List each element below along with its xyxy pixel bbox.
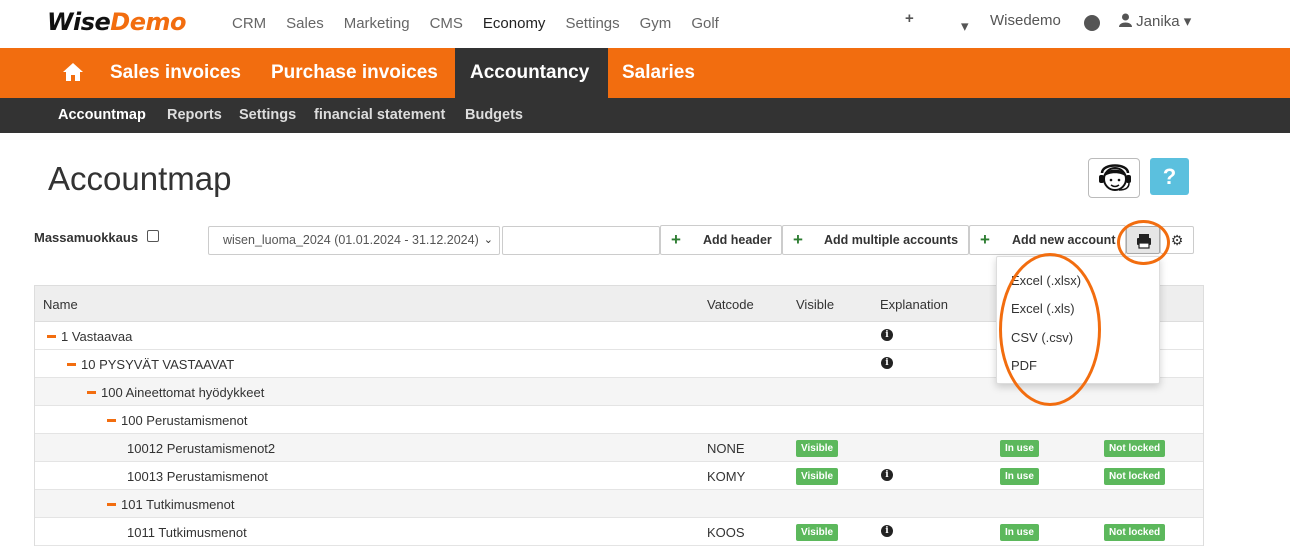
menu-item-cms[interactable]: CMS [430, 15, 463, 32]
visible-badge: Visible [796, 440, 839, 457]
add-multiple-accounts-button[interactable]: + Add multiple accounts [782, 225, 969, 255]
help-button[interactable]: ? [1150, 158, 1189, 195]
tab-sales-invoices[interactable]: Sales invoices [110, 48, 241, 98]
module-tabs: Sales invoices Purchase invoices Account… [0, 48, 1290, 98]
gear-icon: ⚙ [1170, 232, 1184, 248]
tab-purchase-invoices[interactable]: Purchase invoices [271, 48, 438, 98]
home-icon[interactable] [62, 62, 84, 82]
add-header-button[interactable]: + Add header [660, 225, 782, 255]
not-locked-badge: Not locked [1104, 524, 1166, 541]
export-pdf[interactable]: PDF [1011, 358, 1037, 373]
user-menu[interactable]: Janika ▾ [1119, 12, 1191, 30]
page-title: Accountmap [48, 160, 232, 197]
col-vatcode[interactable]: Vatcode [707, 297, 754, 312]
export-dropdown: Excel (.xlsx) Excel (.xls) CSV (.csv) PD… [996, 256, 1160, 384]
collapse-dash-icon[interactable] [47, 335, 56, 339]
vatcode-value: KOOS [707, 525, 745, 540]
menu-item-gym[interactable]: Gym [640, 15, 672, 32]
not-locked-badge: Not locked [1104, 468, 1166, 485]
collapse-dash-icon[interactable] [107, 419, 116, 423]
mass-edit-checkbox[interactable] [147, 230, 159, 242]
col-explanation[interactable]: Explanation [880, 297, 948, 312]
print-icon [1137, 234, 1151, 249]
top-navbar: WiseDemo CRM Sales Marketing CMS Economy… [0, 0, 1290, 48]
table-row[interactable]: 101 Tutkimusmenot [35, 490, 1203, 518]
menu-item-golf[interactable]: Golf [691, 15, 719, 32]
plus-icon: + [793, 230, 803, 249]
headset-support-icon [1099, 164, 1131, 191]
visible-badge: Visible [796, 524, 839, 541]
plus-icon: + [980, 230, 990, 249]
info-icon[interactable]: i [881, 329, 893, 341]
plus-icon: + [671, 230, 681, 249]
support-button[interactable] [1088, 158, 1140, 198]
vatcode-value: KOMY [707, 469, 746, 484]
subnav-reports[interactable]: Reports [167, 107, 222, 123]
print-export-button[interactable] [1126, 226, 1160, 254]
menu-item-settings[interactable]: Settings [565, 15, 619, 32]
export-csv[interactable]: CSV (.csv) [1011, 330, 1073, 345]
info-icon[interactable]: i [881, 525, 893, 537]
menu-item-sales[interactable]: Sales [286, 15, 324, 32]
user-icon [1119, 13, 1132, 27]
info-icon[interactable]: i [881, 357, 893, 369]
subnav-financial-statement[interactable]: financial statement [314, 107, 445, 123]
visible-badge: Visible [796, 468, 839, 485]
collapse-dash-icon[interactable] [87, 391, 96, 395]
company-name[interactable]: Wisedemo [990, 12, 1061, 29]
not-locked-badge: Not locked [1104, 440, 1166, 457]
main-menu: CRM Sales Marketing CMS Economy Settings… [232, 15, 739, 32]
menu-item-marketing[interactable]: Marketing [344, 15, 410, 32]
table-row[interactable]: 100 Perustamismenot [35, 406, 1203, 434]
settings-gear-button[interactable]: ⚙ [1160, 226, 1194, 254]
period-select-value: wisen_luoma_2024 (01.01.2024 - 31.12.202… [223, 233, 479, 247]
sub-navbar: Accountmap Reports Settings financial st… [0, 98, 1290, 133]
search-input[interactable] [502, 226, 660, 255]
chevron-down-icon: ⌄ [483, 234, 493, 246]
col-visible[interactable]: Visible [796, 297, 834, 312]
user-name: Janika ▾ [1136, 13, 1192, 30]
collapse-dash-icon[interactable] [107, 503, 116, 507]
plus-icon[interactable]: + [905, 10, 914, 27]
mass-edit-label: Massamuokkaus [34, 230, 139, 245]
vatcode-value: NONE [707, 441, 745, 456]
wisedemo-logo[interactable]: WiseDemo [47, 8, 186, 36]
export-excel-xls[interactable]: Excel (.xls) [1011, 301, 1075, 316]
subnav-budgets[interactable]: Budgets [465, 107, 523, 123]
in-use-badge: In use [1000, 524, 1039, 541]
info-icon[interactable]: i [881, 469, 893, 481]
collapse-dash-icon[interactable] [67, 363, 76, 367]
caret-down-icon[interactable]: ▾ [961, 17, 969, 35]
tab-salaries[interactable]: Salaries [622, 48, 695, 98]
tab-accountancy[interactable]: Accountancy [455, 48, 608, 98]
period-select[interactable]: wisen_luoma_2024 (01.01.2024 - 31.12.202… [208, 226, 500, 255]
add-new-account-button[interactable]: + Add new account [969, 225, 1126, 255]
menu-item-economy[interactable]: Economy [483, 15, 546, 32]
col-name[interactable]: Name [43, 297, 78, 312]
table-row[interactable]: 10013 Perustamismenot KOMY Visible i In … [35, 462, 1203, 490]
table-row[interactable]: 1011 Tutkimusmenot KOOS Visible i In use… [35, 518, 1203, 546]
menu-item-crm[interactable]: CRM [232, 15, 266, 32]
in-use-badge: In use [1000, 468, 1039, 485]
export-excel-xlsx[interactable]: Excel (.xlsx) [1011, 273, 1081, 288]
subnav-accountmap[interactable]: Accountmap [58, 107, 146, 123]
question-circle-icon[interactable]: ? [1084, 15, 1100, 31]
subnav-settings[interactable]: Settings [239, 107, 296, 123]
table-row[interactable]: 10012 Perustamismenot2 NONE Visible In u… [35, 434, 1203, 462]
in-use-badge: In use [1000, 440, 1039, 457]
